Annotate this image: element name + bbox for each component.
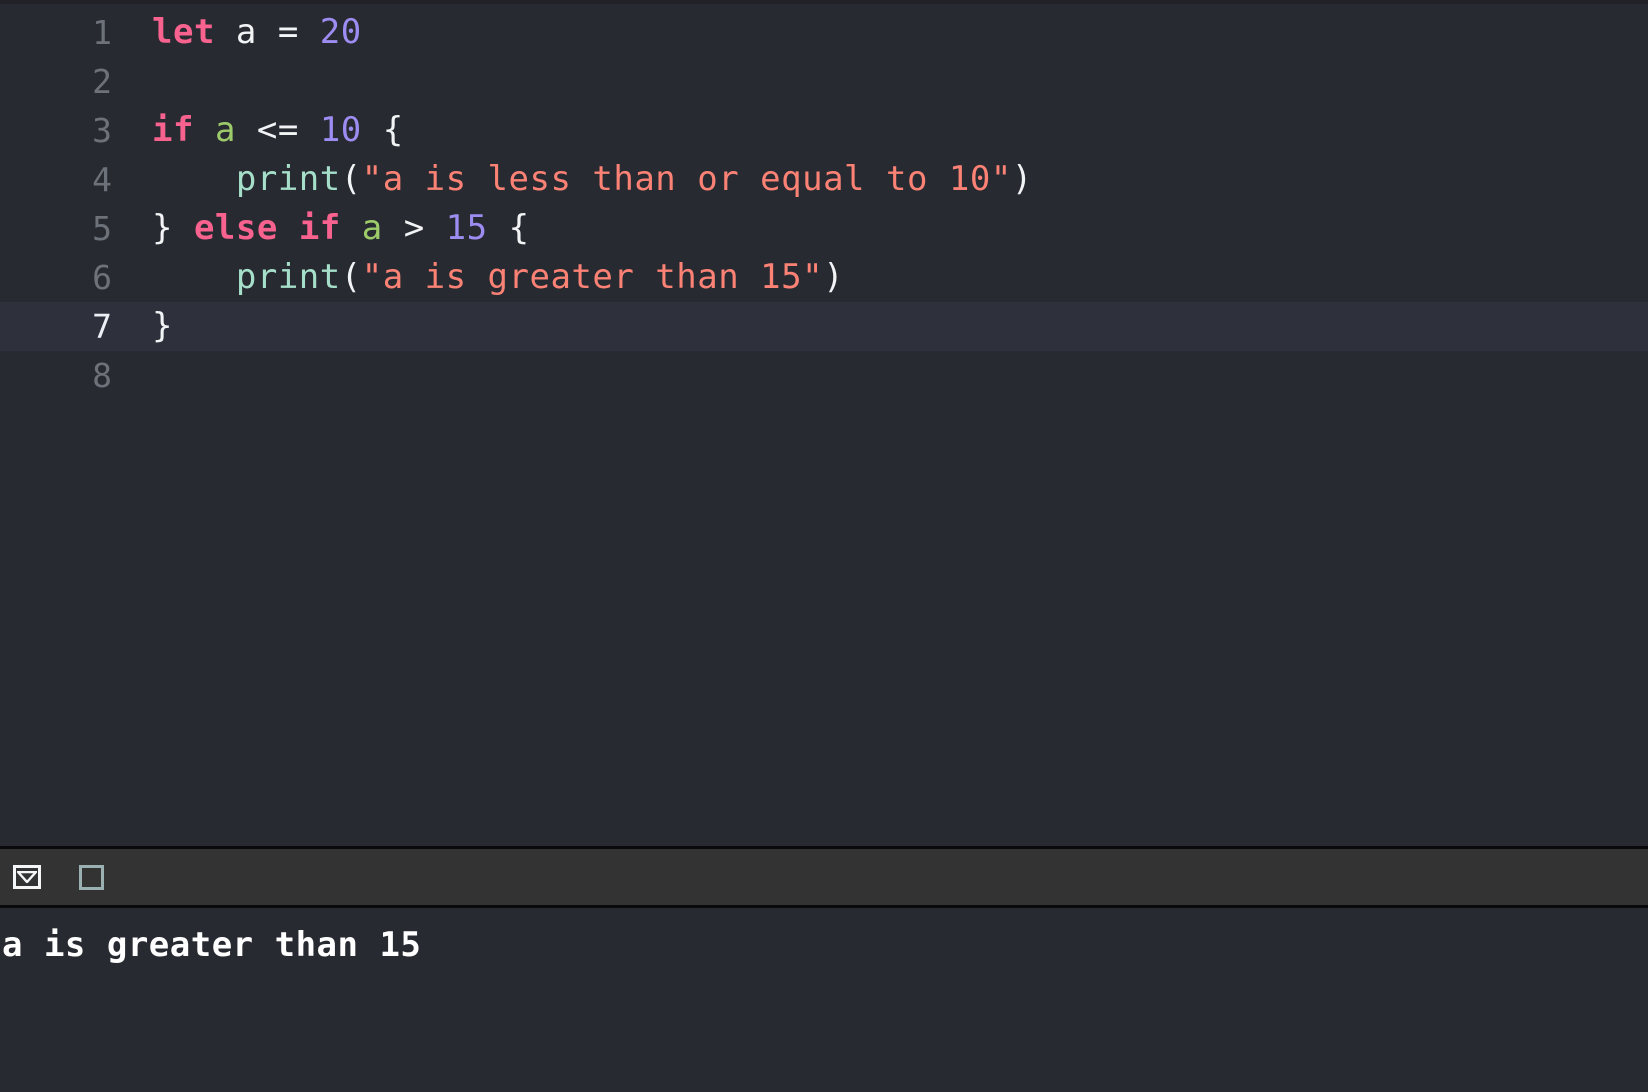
code-line[interactable]: 7} (0, 302, 1648, 351)
code-token-kw: if (152, 110, 194, 150)
console-output-line: a is greater than 15 (2, 925, 422, 965)
code-token-kw: else (193, 208, 278, 248)
clear-console-button[interactable] (79, 864, 104, 890)
line-number: 7 (92, 307, 112, 346)
code-token-pl: { (361, 110, 404, 150)
code-line-content[interactable]: if a <= 10 { (112, 106, 404, 155)
code-playground-window: 1 let a = 20 2 3 if a <= 10 {4 print("a is l… (0, 0, 1648, 1092)
code-token-pl: } (152, 306, 173, 346)
code-line[interactable]: 5} else if a > 15 { (0, 204, 1648, 253)
line-number: 2 (92, 62, 112, 101)
console-toolbar (0, 846, 1648, 908)
code-token-var: a (214, 110, 236, 150)
line-number: 1 (92, 13, 112, 52)
line-number: 8 (92, 356, 112, 395)
line-number: 5 (92, 209, 112, 248)
code-token-fn: print (235, 159, 341, 199)
code-line[interactable]: 1 let a = 20 (0, 8, 1648, 57)
code-token-num: 15 (445, 208, 488, 248)
code-token-pl: a = (214, 12, 320, 52)
code-token-kw: let (152, 12, 215, 52)
collapse-console-button[interactable] (13, 865, 41, 889)
code-token-pl: } (152, 208, 194, 248)
code-editor[interactable]: 1 let a = 20 2 3 if a <= 10 {4 print("a is l… (0, 4, 1648, 846)
code-line-content[interactable]: let a = 20 (112, 8, 362, 57)
code-line-content[interactable]: } else if a > 15 { (112, 204, 530, 253)
code-token-kw: if (298, 208, 341, 248)
line-number: 4 (92, 160, 112, 199)
code-token-num: 20 (319, 12, 362, 52)
code-token-pl: ) (1011, 159, 1033, 199)
code-token-str: "a is greater than 15" (361, 257, 824, 297)
code-line-content[interactable]: print("a is greater than 15") (112, 253, 844, 302)
code-token-str: "a is less than or equal to 10" (361, 159, 1012, 199)
line-number: 6 (92, 258, 112, 297)
code-token-pl: ) (823, 257, 845, 297)
code-line[interactable]: 6 print("a is greater than 15") (0, 253, 1648, 302)
code-token-pl: > (382, 208, 446, 248)
code-line[interactable]: 2 (0, 57, 1648, 106)
code-token-var: a (361, 208, 383, 248)
line-number: 3 (92, 111, 112, 150)
code-line[interactable]: 3 if a <= 10 { (0, 106, 1648, 155)
code-token-num: 10 (319, 110, 362, 150)
code-token-pl: <= (235, 110, 320, 150)
code-line-content[interactable]: print("a is less than or equal to 10") (112, 155, 1033, 204)
code-token-pl: ( (340, 159, 362, 199)
code-token-pl: ( (340, 257, 362, 297)
code-token-pl: { (487, 208, 530, 248)
code-line[interactable]: 8 (0, 351, 1648, 400)
console-output-panel[interactable]: a is greater than 15 (0, 908, 1648, 1092)
chevron-down-box-icon (17, 871, 37, 883)
code-line[interactable]: 4 print("a is less than or equal to 10") (0, 155, 1648, 204)
code-line-content[interactable]: } (112, 302, 173, 351)
code-token-fn: print (235, 257, 341, 297)
